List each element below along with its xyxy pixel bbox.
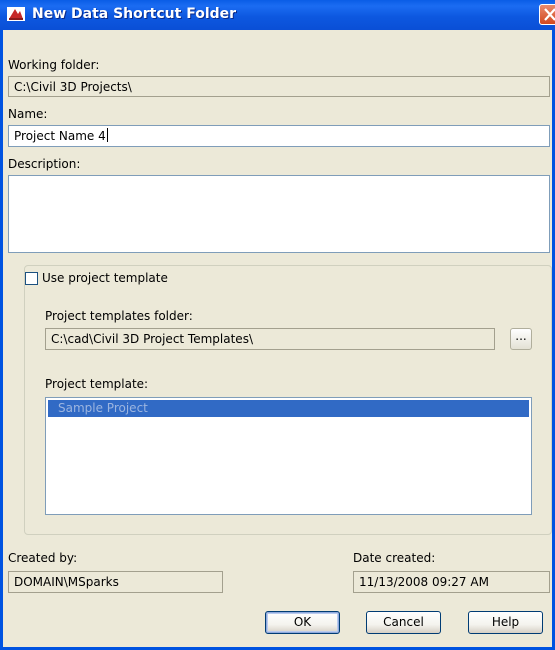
help-button[interactable]: Help <box>468 611 543 634</box>
browse-button[interactable]: ... <box>510 328 532 350</box>
date-created-label: Date created: <box>353 551 436 565</box>
date-created-field: 11/13/2008 09:27 AM <box>353 571 550 593</box>
project-template-list[interactable]: Sample Project <box>45 397 532 515</box>
name-label: Name: <box>8 107 48 121</box>
description-label: Description: <box>8 157 81 171</box>
text-caret <box>106 128 108 142</box>
close-icon <box>544 8 555 21</box>
created-by-field: DOMAIN\MSparks <box>8 571 223 593</box>
app-icon <box>7 6 25 22</box>
cancel-button[interactable]: Cancel <box>366 611 441 634</box>
working-folder-label: Working folder: <box>8 58 100 72</box>
close-button[interactable] <box>539 4 555 25</box>
name-input[interactable]: Project Name 4 <box>8 125 550 147</box>
ok-button[interactable]: OK <box>265 611 340 634</box>
list-item[interactable]: Sample Project <box>48 400 529 417</box>
window-title: New Data Shortcut Folder <box>32 6 237 22</box>
use-template-checkbox[interactable] <box>25 272 38 285</box>
working-folder-field: C:\Civil 3D Projects\ <box>8 76 550 97</box>
dialog-window: New Data Shortcut Folder Working folder:… <box>0 0 555 650</box>
templates-folder-field: C:\cad\Civil 3D Project Templates\ <box>45 328 495 350</box>
project-template-label: Project template: <box>45 377 149 391</box>
description-input[interactable] <box>8 175 550 253</box>
name-value: Project Name 4 <box>14 129 106 143</box>
templates-folder-label: Project templates folder: <box>45 309 193 323</box>
use-template-label[interactable]: Use project template <box>42 271 168 285</box>
title-bar[interactable]: New Data Shortcut Folder <box>0 0 555 30</box>
created-by-label: Created by: <box>8 551 78 565</box>
